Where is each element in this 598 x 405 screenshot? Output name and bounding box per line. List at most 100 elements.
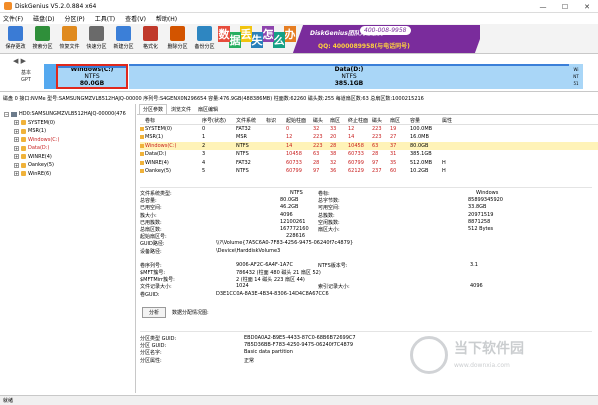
detail-row: 设备路径: \Device\HarddiskVolume3 [140, 248, 598, 255]
promo-banner[interactable]: 办么怎失丢据数 DiskGenius团队为您服务 400-008-9958 QQ… [218, 24, 480, 54]
detail-label: 文件记录大小: [140, 284, 172, 291]
toolbar-button-label: 恢复文件 [59, 44, 80, 50]
toolbar-button-label: 格式化 [142, 44, 158, 50]
new-partition-icon [116, 26, 131, 41]
partition-table: 卷标 序号(状态) 文件系统 标识 起始柱面 磁头 扇区 终止柱面 磁头 扇区 容量 属性 SYSTEM… [140, 116, 598, 176]
toolbar-button-backup-partition[interactable]: 备份分区 [191, 26, 218, 52]
table-row[interactable]: WINRE(4) 4 FAT32 60733 28 32 60799 97 35 512.0MB H [140, 159, 598, 168]
table-cell: 385.1GB [410, 151, 432, 157]
menu-file[interactable]: 文件(F) [3, 14, 23, 23]
disk-nav-arrows[interactable]: ◀ ▶ [13, 57, 26, 65]
partition-usage-bar [129, 64, 569, 66]
column-header[interactable]: 文件系统 [236, 117, 256, 124]
detail-label: 索引记录大小: [318, 284, 350, 291]
close-button[interactable]: ✕ [576, 0, 598, 13]
table-row[interactable]: Oankey(5) 5 NTFS 60799 97 36 62129 237 60 10.2GB H [140, 167, 598, 176]
column-header[interactable]: 卷标 [145, 117, 155, 124]
save-icon [8, 26, 23, 41]
expand-toggle-icon[interactable]: + [14, 128, 19, 134]
detail-label: 总扇区数: [140, 226, 162, 233]
toolbar-button-quick-partition[interactable]: 快速分区 [83, 26, 110, 52]
table-row[interactable]: MSR(1) 1 MSR 12 223 20 14 223 27 16.0MB [140, 133, 598, 142]
table-cell: 38 [330, 151, 337, 157]
banner-phone: 400-008-9958 [360, 26, 411, 35]
menu-view[interactable]: 查看(V) [125, 14, 146, 23]
menu-tools[interactable]: 工具(T) [95, 14, 115, 23]
tab-browse-files[interactable]: 浏览文件 [168, 105, 194, 114]
tree-partition-node[interactable]: + Data(D:) [14, 144, 49, 152]
partition-block-winre[interactable]: Wi NT 51 [569, 64, 583, 89]
tree-partition-node[interactable]: + WINRE(4) [14, 153, 52, 161]
column-header[interactable]: 磁头 [372, 117, 382, 124]
partition-size: 80.0GB [79, 80, 105, 87]
column-header[interactable]: 容量 [410, 117, 420, 124]
tab-partition-params[interactable]: 分区参数 [139, 104, 168, 114]
tree-partition-node[interactable]: + Oankey(5) [14, 161, 54, 169]
partition-block-system[interactable] [44, 64, 56, 89]
menu-disk[interactable]: 磁盘(D) [33, 14, 54, 23]
detail-value: 1024 [236, 283, 249, 290]
backup-partition-icon [197, 26, 212, 41]
detail-value: \Device\HarddiskVolume3 [216, 247, 281, 254]
column-header[interactable]: 起始柱面 [286, 117, 306, 124]
detail-label: 设备路径: [140, 248, 162, 255]
analyze-button[interactable]: 分析 [142, 307, 166, 318]
column-header[interactable]: 终止柱面 [348, 117, 368, 124]
expand-toggle-icon[interactable]: + [14, 120, 19, 125]
detail-label: NTFS版本号: [318, 262, 348, 269]
expand-toggle-icon[interactable]: + [14, 162, 19, 168]
expand-toggle-icon[interactable]: + [14, 137, 19, 142]
format-icon [143, 26, 158, 41]
table-cell: Windows(C:) [145, 142, 177, 149]
detail-label: $MFT簇号: [140, 270, 166, 277]
toolbar-button-delete-partition[interactable]: 删除分区 [164, 26, 191, 52]
expand-toggle-icon[interactable]: + [14, 171, 19, 176]
partition-icon [140, 152, 144, 156]
partition-block-windows[interactable]: Windows(C:) NTFS 80.0GB [56, 64, 128, 89]
table-cell: 35 [390, 159, 397, 166]
column-header[interactable]: 磁头 [313, 117, 323, 124]
detail-row: 卷序列号: 9006-AF2C-6A4F-1A7C NTFS版本号: 3.1 [140, 262, 598, 269]
minimize-button[interactable]: — [532, 0, 554, 13]
column-header[interactable]: 扇区 [390, 117, 400, 124]
disk-type-gpt: GPT [21, 77, 31, 83]
tab-sector-editor[interactable]: 扇区编辑 [195, 105, 221, 114]
table-cell: NTFS [236, 142, 249, 149]
maximize-button[interactable]: ☐ [554, 0, 576, 13]
toolbar-button-new-partition[interactable]: 新建分区 [110, 26, 137, 52]
detail-label: 已用空间: [140, 205, 162, 212]
column-header[interactable]: 标识 [266, 117, 276, 124]
table-cell: 63 [372, 142, 379, 149]
toolbar-button-recover-files[interactable]: 恢复文件 [56, 26, 83, 52]
tree-partition-node[interactable]: + WinRE(6) [14, 170, 51, 178]
column-header[interactable]: 扇区 [330, 117, 340, 124]
banner-char: 办 [284, 26, 296, 42]
table-cell: 0 [286, 125, 290, 132]
column-header[interactable]: 属性 [442, 117, 452, 124]
toolbar-button-save[interactable]: 保存更改 [2, 26, 29, 52]
expand-toggle-icon[interactable]: + [14, 154, 19, 159]
tree-disk-node[interactable]: − HD0:SAMSUNGMZVLB512HAJQ-00000(476 [4, 110, 126, 118]
menu-help[interactable]: 帮助(H) [156, 14, 177, 23]
detail-label: 总容量: [140, 198, 157, 205]
partition-details: 文件系统类型: NTFS 卷标: Windows 总容量: 80.0GB 总字节数: 8589… [140, 190, 598, 298]
partition-icon [21, 120, 26, 125]
column-header[interactable]: 序号(状态) [202, 117, 226, 124]
menu-partition[interactable]: 分区(P) [64, 14, 84, 23]
toolbar-button-search-partition[interactable]: 搜索分区 [29, 26, 56, 52]
table-row[interactable]: Windows(C:) 2 NTFS 14 223 28 10458 63 37 80.0GB [140, 141, 598, 150]
detail-value: 12100261 [280, 218, 306, 225]
table-cell: 60 [390, 168, 397, 174]
partition-size: 51 [573, 81, 579, 86]
toolbar-button-format[interactable]: 格式化 [137, 26, 164, 52]
tree-partition-node[interactable]: + SYSTEM(0) [14, 119, 55, 127]
expand-toggle-icon[interactable]: + [14, 145, 19, 151]
table-row[interactable]: Data(D:) 3 NTFS 10458 63 38 60733 28 31 385.1GB [140, 150, 598, 159]
tree-partition-node[interactable]: + Windows(C:) [14, 136, 59, 144]
table-row[interactable]: SYSTEM(0) 0 FAT32 0 32 33 12 223 19 100.0MB [140, 125, 598, 134]
partition-block-data[interactable]: Data(D:) NTFS 385.1GB [129, 64, 569, 89]
expand-toggle-icon[interactable]: − [4, 111, 9, 117]
tree-node-label: WINRE(4) [28, 153, 52, 160]
detail-label: 已用簇数: [140, 219, 162, 226]
tree-partition-node[interactable]: + MSR(1) [14, 127, 46, 135]
